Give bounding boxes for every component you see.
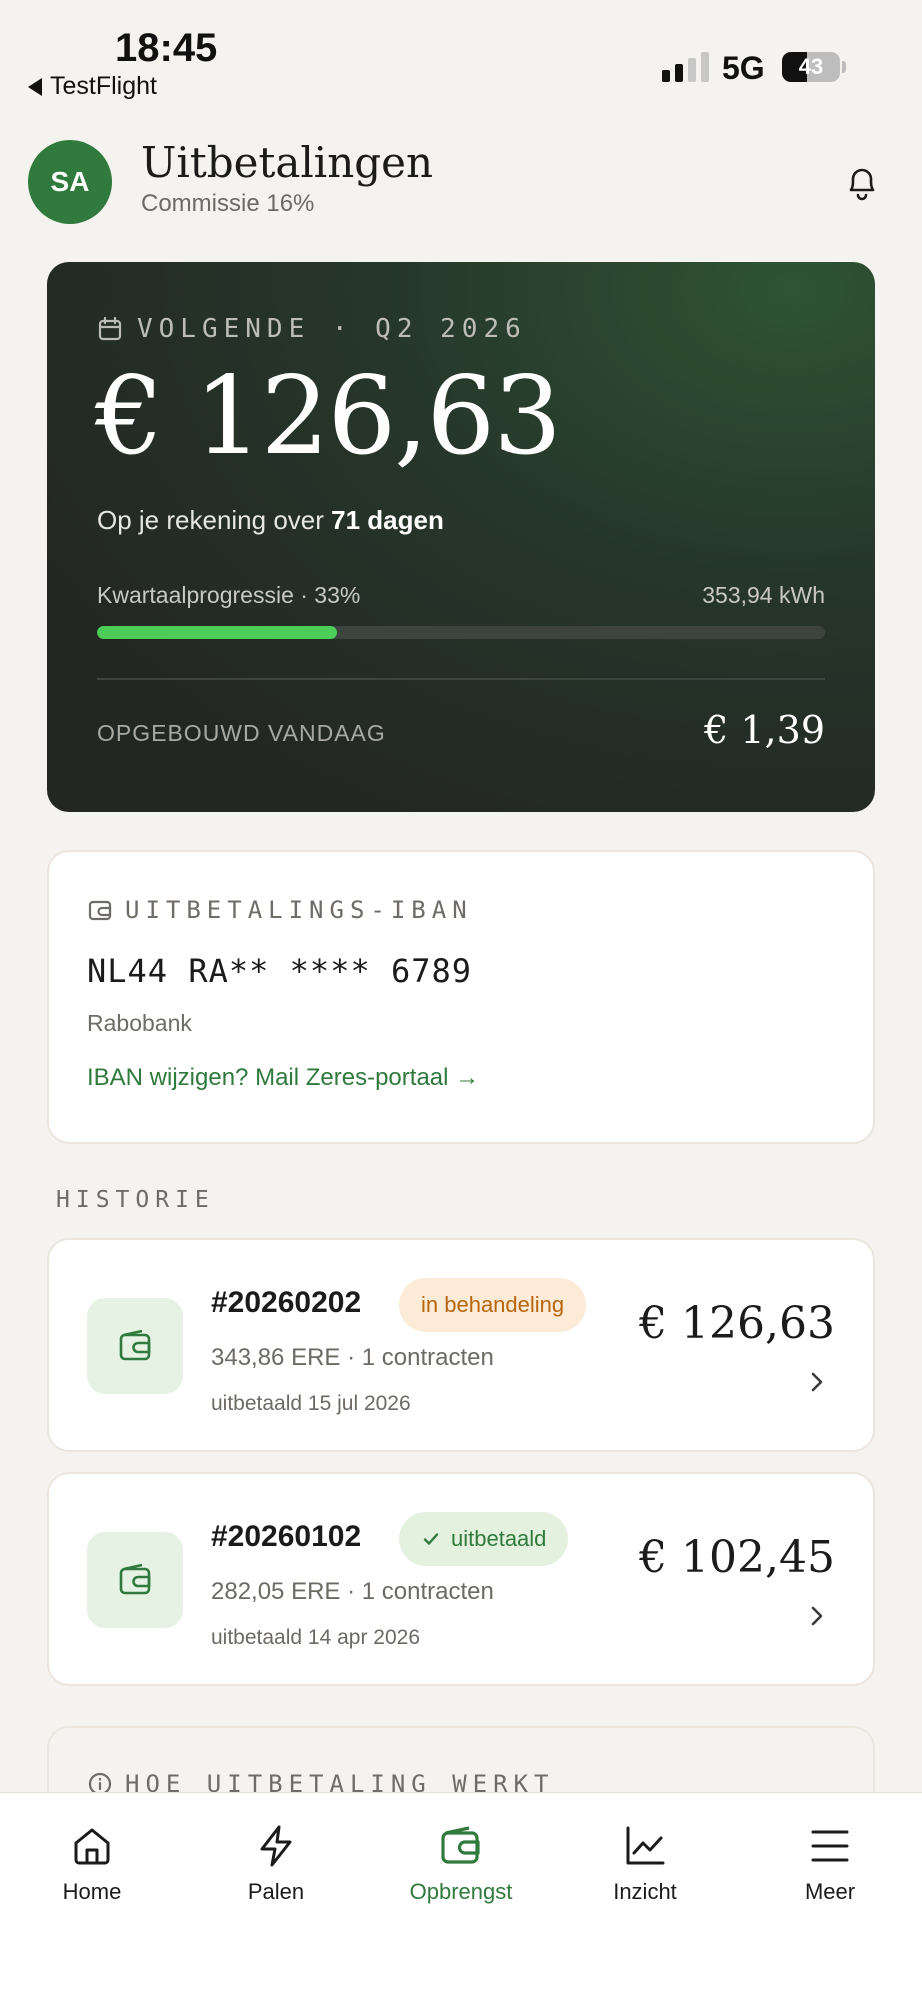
bell-icon[interactable] [840,160,884,204]
wallet-icon [119,1563,151,1595]
avatar[interactable]: SA [28,140,112,224]
status-badge-label: in behandeling [421,1292,565,1317]
status-badge-label: uitbetaald [451,1526,547,1551]
tab-meer[interactable]: Meer [755,1823,905,1905]
calendar-icon [98,316,122,341]
divider [97,678,825,680]
signal-strength-icon [662,50,709,82]
payout-amount: € 102,45 [639,1532,835,1583]
history-section-title: HISTORIE [56,1187,215,1213]
status-bar: 18:45 TestFlight 5G 43 [0,0,922,110]
payout-icon-box [87,1532,183,1628]
page-title: Uitbetalingen [141,138,434,187]
change-iban-link[interactable]: IBAN wijzigen? Mail Zeres-portaal → [87,1064,479,1092]
tab-label: Home [62,1879,122,1904]
bottom-tab-bar: Home Palen Opbrengst Inzicht Meer [0,1792,922,1998]
tab-opbrengst[interactable]: Opbrengst [386,1823,536,1905]
payout-id: #20260102 [211,1520,362,1553]
next-payout-eyebrow: VOLGENDE · Q2 2026 [97,314,527,344]
back-app-label: TestFlight [50,72,157,100]
chevron-right-icon [811,1606,823,1626]
earned-today-label: OPGEBOUWD VANDAAG [97,720,386,746]
quarter-progress-kwh: 353,94 kWh [702,582,825,608]
tab-inzicht[interactable]: Inzicht [570,1823,720,1905]
menu-icon [811,1830,849,1862]
iban-eyebrow: UITBETALINGS-IBAN [87,896,473,924]
iban-bank: Rabobank [87,1010,192,1036]
wallet-icon [441,1826,480,1864]
iban-eyebrow-label: UITBETALINGS-IBAN [125,896,473,924]
days-prefix: Op je rekening over [97,505,332,535]
iban-number: NL44 RA** **** 6789 [87,952,473,990]
back-to-app-link[interactable]: TestFlight [28,72,157,101]
payout-id: #20260202 [211,1286,362,1319]
battery-icon: 43 [782,52,840,82]
quarter-progress-fill [97,626,338,639]
page-header: SA Uitbetalingen Commissie 16% [28,138,894,226]
page-subtitle: Commissie 16% [141,190,315,217]
next-payout-period: VOLGENDE · Q2 2026 [137,314,527,344]
network-type: 5G [722,50,765,86]
tab-label: Palen [247,1879,305,1904]
payout-icon-box [87,1298,183,1394]
chart-icon [626,1826,665,1865]
bolt-icon [260,1825,292,1867]
tab-label: Opbrengst [409,1879,513,1904]
payout-date: uitbetaald 15 jul 2026 [211,1392,411,1415]
tab-label: Meer [804,1879,856,1904]
days-until-payout: Op je rekening over 71 dagen [97,505,444,536]
tab-label: Inzicht [613,1879,677,1904]
quarter-progress-bar [97,626,825,639]
payout-iban-card: UITBETALINGS-IBAN NL44 RA** **** 6789 Ra… [47,850,875,1144]
back-triangle-icon [28,77,42,96]
battery-level: 43 [798,54,824,79]
tab-home[interactable]: Home [17,1823,167,1905]
payout-amount: € 126,63 [639,1298,835,1349]
tab-palen[interactable]: Palen [201,1823,351,1905]
checkmark-icon [423,1533,439,1545]
payout-history-item[interactable]: #20260102 uitbetaald 282,05 ERE · 1 cont… [47,1472,875,1686]
home-icon [74,1828,110,1865]
next-payout-amount: € 126,63 [95,354,562,479]
wallet-icon [119,1329,151,1361]
payout-meta: 282,05 ERE · 1 contracten [211,1578,494,1605]
battery-cap [842,61,846,73]
quarter-progress-label: Kwartaalprogressie · 33% [97,582,361,608]
payout-history-item[interactable]: #20260202 in behandeling 343,86 ERE · 1 … [47,1238,875,1452]
status-badge-paid: uitbetaald [399,1512,569,1566]
next-payout-card[interactable]: VOLGENDE · Q2 2026 € 126,63 Op je rekeni… [47,262,875,812]
days-value: 71 dagen [331,505,444,535]
wallet-icon [88,900,112,921]
payout-meta: 343,86 ERE · 1 contracten [211,1344,494,1371]
payout-date: uitbetaald 14 apr 2026 [211,1626,421,1649]
chevron-right-icon [811,1372,823,1392]
earned-today-value: € 1,39 [704,708,825,752]
status-badge-pending: in behandeling [399,1278,587,1332]
status-time: 18:45 [115,26,218,70]
